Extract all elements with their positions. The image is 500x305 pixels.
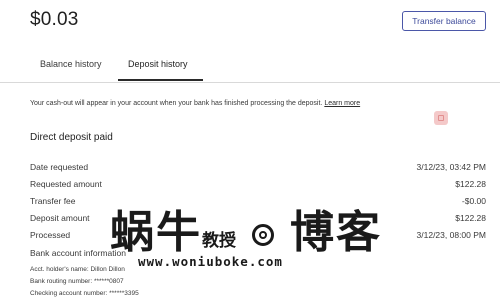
- bank-routing-number: Bank routing number: ******0807: [30, 278, 124, 285]
- section-title: Direct deposit paid: [30, 132, 113, 143]
- cash-out-notice: Your cash-out will appear in your accoun…: [30, 100, 360, 107]
- row-label-deposit-amount: Deposit amount: [30, 213, 90, 223]
- deposit-history-page: $0.03 Transfer balance Balance history D…: [0, 0, 500, 305]
- row-value-date-requested: 3/12/23, 03:42 PM: [416, 162, 486, 172]
- row-label-transfer-fee: Transfer fee: [30, 196, 76, 206]
- tab-bar: Balance history Deposit history: [0, 50, 500, 82]
- document-icon[interactable]: [434, 111, 448, 125]
- balance-amount: $0.03: [30, 9, 79, 30]
- row-label-date-requested: Date requested: [30, 162, 89, 172]
- watermark-right: 博客: [290, 207, 382, 258]
- row-value-deposit-amount: $122.28: [455, 213, 486, 223]
- watermark: 蜗牛 教授 博客 www.woniuboke.com: [110, 196, 400, 274]
- watermark-middle: 教授: [202, 231, 236, 251]
- row-value-requested-amount: $122.28: [455, 179, 486, 189]
- learn-more-link[interactable]: Learn more: [324, 100, 360, 107]
- row-label-requested-amount: Requested amount: [30, 179, 102, 189]
- transfer-balance-button[interactable]: Transfer balance: [402, 11, 486, 31]
- watermark-swirl-icon: [252, 224, 274, 246]
- active-tab-indicator: [118, 79, 203, 81]
- row-value-processed: 3/12/23, 08:00 PM: [416, 230, 486, 240]
- watermark-left: 蜗牛: [110, 207, 202, 258]
- tab-balance-history[interactable]: Balance history: [40, 59, 102, 69]
- row-value-transfer-fee: -$0.00: [461, 196, 486, 206]
- watermark-url: www.woniuboke.com: [138, 254, 283, 269]
- tabs-divider: [0, 82, 500, 83]
- tab-deposit-history[interactable]: Deposit history: [128, 59, 188, 69]
- bank-checking-number: Checking account number: ******3395: [30, 290, 139, 297]
- row-label-processed: Processed: [30, 230, 71, 240]
- notice-text: Your cash-out will appear in your accoun…: [30, 100, 323, 107]
